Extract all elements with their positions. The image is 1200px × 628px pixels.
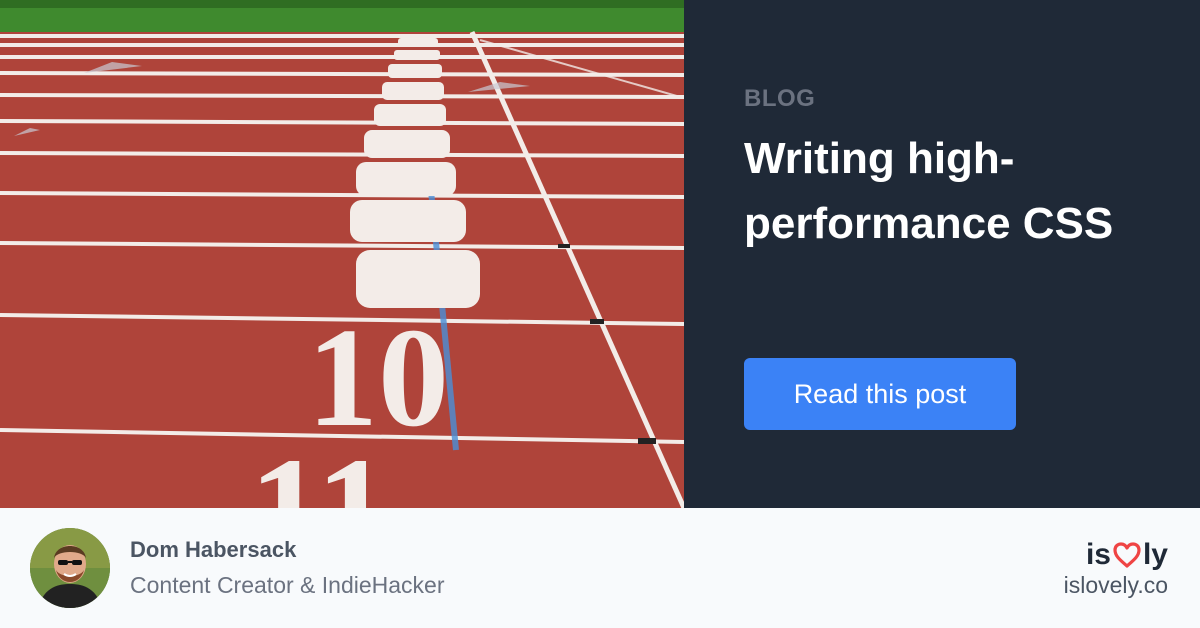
avatar-illustration <box>30 528 110 608</box>
brand-logo-left: is <box>1085 538 1111 571</box>
brand-url[interactable]: islovely.co <box>1064 572 1168 599</box>
author-role: Content Creator & IndieHacker <box>130 572 445 598</box>
hero-image: 10 11 <box>0 0 684 508</box>
read-post-button[interactable]: Read this post <box>744 358 1016 430</box>
category-label: BLOG <box>744 85 816 112</box>
social-card: 10 11 BLOG Writing high-performance CSS … <box>0 0 1200 628</box>
hero: 10 11 BLOG Writing high-performance CSS … <box>0 0 1200 508</box>
footer: Dom Habersack Content Creator & IndieHac… <box>0 508 1200 628</box>
lane-number-11: 11 <box>249 427 391 508</box>
post-panel: BLOG Writing high-performance CSS Read t… <box>684 0 1200 508</box>
brand-logo[interactable]: is ly <box>1086 538 1168 572</box>
brand-logo-right: ly <box>1142 538 1168 571</box>
track-illustration: 10 11 <box>0 0 684 508</box>
heart-icon <box>1112 541 1142 569</box>
avatar <box>30 528 110 608</box>
post-title: Writing high-performance CSS <box>744 134 1114 248</box>
author-name: Dom Habersack <box>130 537 297 562</box>
